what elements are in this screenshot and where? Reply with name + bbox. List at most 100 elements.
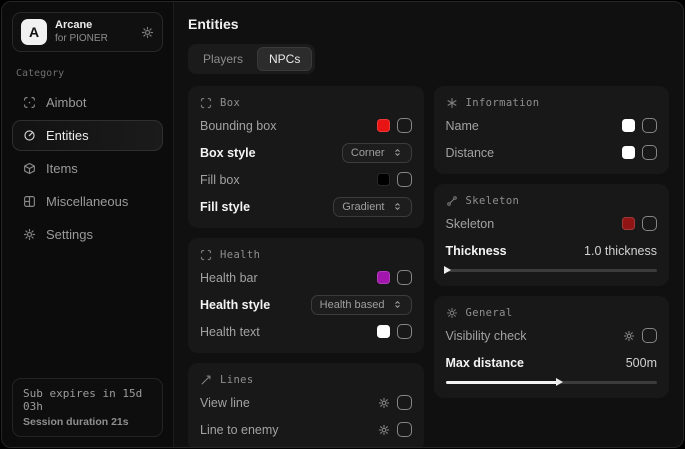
max-distance-value: 500m	[626, 356, 657, 370]
row-label: Fill box	[200, 173, 240, 187]
checkbox[interactable]	[397, 118, 412, 133]
slider-thumb[interactable]	[444, 266, 451, 274]
row-view-line: View line	[200, 392, 412, 413]
sidebar-item-aimbot[interactable]: Aimbot	[12, 87, 163, 118]
lines-card: Lines View line Line to enemy	[188, 363, 424, 447]
tab-players[interactable]: Players	[191, 47, 255, 71]
checkbox[interactable]	[397, 324, 412, 339]
sidebar-item-entities[interactable]: Entities	[12, 120, 163, 151]
fill-style-dropdown[interactable]: Gradient	[333, 197, 411, 217]
box-card: Box Bounding box Box style Corner	[188, 86, 424, 228]
row-label: Name	[446, 119, 479, 133]
gear-icon[interactable]	[141, 26, 154, 39]
row-controls	[377, 172, 412, 187]
max-distance-slider[interactable]	[446, 378, 658, 387]
skeleton-card: Skeleton Skeleton Thickness 1.0 thicknes…	[434, 184, 670, 286]
checkbox[interactable]	[397, 422, 412, 437]
row-fill-style: Fill style Gradient	[200, 196, 412, 217]
thickness-slider[interactable]	[446, 266, 658, 275]
row-controls	[622, 145, 657, 160]
thickness-value: 1.0 thickness	[584, 244, 657, 258]
sidebar-item-label: Aimbot	[46, 95, 86, 110]
sidebar-item-label: Settings	[46, 227, 93, 242]
row-health-bar: Health bar	[200, 267, 412, 288]
sidebar-item-settings[interactable]: Settings	[12, 219, 163, 250]
row-fill-box: Fill box	[200, 169, 412, 190]
checkbox[interactable]	[642, 328, 657, 343]
brand-logo: A	[21, 19, 47, 45]
skeleton-card-header: Skeleton	[446, 195, 658, 207]
sidebar-item-miscellaneous[interactable]: Miscellaneous	[12, 186, 163, 217]
sidebar-item-items[interactable]: Items	[12, 153, 163, 184]
row-health-text: Health text	[200, 321, 412, 342]
brand-text: Arcane for PIONER	[55, 19, 133, 45]
gear-icon[interactable]	[378, 397, 390, 409]
box-style-dropdown[interactable]: Corner	[342, 143, 412, 163]
right-column: Information Name Distance	[434, 86, 670, 447]
health-card: Health Health bar Health style Health ba…	[188, 238, 424, 353]
sidebar: A Arcane for PIONER Category Aimbot	[2, 2, 174, 447]
health-card-header: Health	[200, 249, 412, 261]
page-title: Entities	[188, 16, 669, 32]
color-swatch[interactable]	[622, 146, 635, 159]
gear-icon[interactable]	[378, 424, 390, 436]
card-title: General	[466, 307, 513, 319]
row-skeleton: Skeleton	[446, 213, 658, 234]
row-label: Visibility check	[446, 329, 527, 343]
information-card: Information Name Distance	[434, 86, 670, 174]
crosshair-scan-icon	[23, 96, 36, 109]
row-line-to-enemy: Line to enemy	[200, 419, 412, 440]
brand-logo-letter: A	[29, 24, 39, 40]
checkbox[interactable]	[397, 395, 412, 410]
information-card-header: Information	[446, 97, 658, 109]
row-controls	[377, 324, 412, 339]
general-card: General Visibility check Max distance	[434, 296, 670, 398]
color-swatch[interactable]	[622, 119, 635, 132]
row-visibility-check: Visibility check	[446, 325, 658, 346]
row-label: Fill style	[200, 200, 250, 214]
row-label: Health bar	[200, 271, 258, 285]
slider-thumb[interactable]	[556, 378, 563, 386]
chevron-sort-icon	[392, 147, 403, 158]
color-swatch[interactable]	[622, 217, 635, 230]
row-thickness: Thickness 1.0 thickness	[446, 240, 658, 261]
color-swatch[interactable]	[377, 271, 390, 284]
checkbox[interactable]	[642, 118, 657, 133]
checkbox[interactable]	[642, 145, 657, 160]
color-swatch[interactable]	[377, 173, 390, 186]
row-controls	[622, 216, 657, 231]
checkbox[interactable]	[642, 216, 657, 231]
row-controls	[622, 118, 657, 133]
box-card-header: Box	[200, 97, 412, 109]
gear-icon[interactable]	[623, 330, 635, 342]
lines-card-header: Lines	[200, 374, 412, 386]
slider-fill	[446, 381, 558, 384]
row-controls	[377, 270, 412, 285]
chevron-sort-icon	[392, 201, 403, 212]
card-title: Lines	[220, 374, 254, 386]
brand-subtitle: for PIONER	[55, 33, 133, 46]
row-max-distance: Max distance 500m	[446, 352, 658, 373]
card-title: Information	[466, 97, 540, 109]
row-controls	[377, 118, 412, 133]
asterisk-icon	[446, 97, 458, 109]
checkbox[interactable]	[397, 270, 412, 285]
tab-npcs[interactable]: NPCs	[257, 47, 312, 71]
dropdown-value: Corner	[351, 147, 385, 159]
layout-grid-icon	[23, 195, 36, 208]
checkbox[interactable]	[397, 172, 412, 187]
sidebar-item-label: Entities	[46, 128, 89, 143]
card-title: Box	[220, 97, 240, 109]
row-label: Box style	[200, 146, 256, 160]
row-label: Skeleton	[446, 217, 495, 231]
row-distance: Distance	[446, 142, 658, 163]
row-controls	[378, 395, 412, 410]
card-title: Health	[220, 249, 260, 261]
sub-expires-text: Sub expires in 15d 03h	[23, 387, 152, 413]
brand-card: A Arcane for PIONER	[12, 12, 163, 52]
chevron-sort-icon	[392, 299, 403, 310]
health-style-dropdown[interactable]: Health based	[311, 295, 412, 315]
color-swatch[interactable]	[377, 325, 390, 338]
row-label: Max distance	[446, 356, 525, 370]
color-swatch[interactable]	[377, 119, 390, 132]
